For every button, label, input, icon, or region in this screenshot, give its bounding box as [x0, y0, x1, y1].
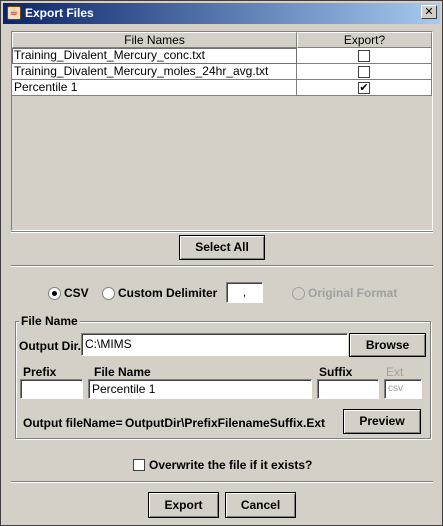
- divider: [11, 231, 433, 233]
- custom-delimiter-label: Custom Delimiter: [118, 286, 218, 300]
- output-dir-label: Output Dir.: [19, 339, 81, 353]
- delimiter-input[interactable]: ,: [226, 282, 263, 303]
- table-row[interactable]: Training_Divalent_Mercury_moles_24hr_avg…: [12, 64, 432, 80]
- title-bar[interactable]: ☕ Export Files ✕: [3, 3, 440, 24]
- files-table: File Names Export? Training_Divalent_Mer…: [11, 31, 433, 231]
- table-row[interactable]: Training_Divalent_Mercury_conc.txt: [12, 48, 432, 64]
- java-cup-icon: ☕: [7, 6, 21, 20]
- cancel-button[interactable]: Cancel: [225, 492, 296, 518]
- ext-input[interactable]: csv: [384, 379, 422, 399]
- export-cell[interactable]: [297, 48, 432, 64]
- file-name-cell[interactable]: Percentile 1: [12, 80, 297, 96]
- table-body: Training_Divalent_Mercury_conc.txt Train…: [12, 48, 432, 96]
- file-name-input[interactable]: Percentile 1: [88, 379, 312, 399]
- window-title: Export Files: [25, 6, 94, 20]
- file-name-group-title: File Name: [19, 314, 80, 328]
- custom-delimiter-radio[interactable]: [102, 287, 115, 300]
- output-filename-label: Output fileName=: [23, 416, 123, 430]
- browse-button[interactable]: Browse: [349, 333, 426, 357]
- prefix-label: Prefix: [23, 365, 57, 379]
- column-header-file-names[interactable]: File Names: [12, 32, 297, 48]
- close-button[interactable]: ✕: [421, 5, 437, 19]
- column-header-export[interactable]: Export?: [297, 32, 432, 48]
- table-row[interactable]: Percentile 1 ✔: [12, 80, 432, 96]
- file-name-label: File Name: [94, 365, 151, 379]
- csv-label: CSV: [64, 286, 89, 300]
- divider: [11, 265, 433, 267]
- file-name-cell[interactable]: Training_Divalent_Mercury_conc.txt: [12, 48, 297, 64]
- output-dir-input[interactable]: C:\MIMS: [81, 333, 348, 356]
- output-filename-value: OutputDir\PrefixFilenameSuffix.Ext: [125, 416, 326, 430]
- export-files-dialog: ☕ Export Files ✕ File Names Export? Trai…: [0, 0, 443, 526]
- ext-label: Ext: [386, 365, 404, 379]
- original-format-label: Original Format: [308, 286, 398, 300]
- export-checkbox[interactable]: [358, 50, 370, 62]
- export-checkbox[interactable]: [358, 66, 370, 78]
- original-format-radio[interactable]: [292, 287, 305, 300]
- export-checkbox[interactable]: ✔: [358, 82, 370, 94]
- export-button[interactable]: Export: [148, 492, 219, 518]
- table-header: File Names Export?: [12, 32, 432, 48]
- prefix-input[interactable]: [20, 379, 83, 399]
- suffix-input[interactable]: [317, 379, 379, 399]
- file-name-cell[interactable]: Training_Divalent_Mercury_moles_24hr_avg…: [12, 64, 297, 80]
- suffix-label: Suffix: [319, 365, 353, 379]
- export-cell[interactable]: [297, 64, 432, 80]
- overwrite-label: Overwrite the file if it exists?: [149, 458, 313, 472]
- export-cell[interactable]: ✔: [297, 80, 432, 96]
- csv-radio[interactable]: [48, 287, 61, 300]
- select-all-button[interactable]: Select All: [179, 235, 265, 260]
- radio-selected-dot: [52, 291, 57, 296]
- divider: [11, 481, 433, 483]
- preview-button[interactable]: Preview: [343, 409, 421, 434]
- overwrite-checkbox[interactable]: [133, 459, 145, 471]
